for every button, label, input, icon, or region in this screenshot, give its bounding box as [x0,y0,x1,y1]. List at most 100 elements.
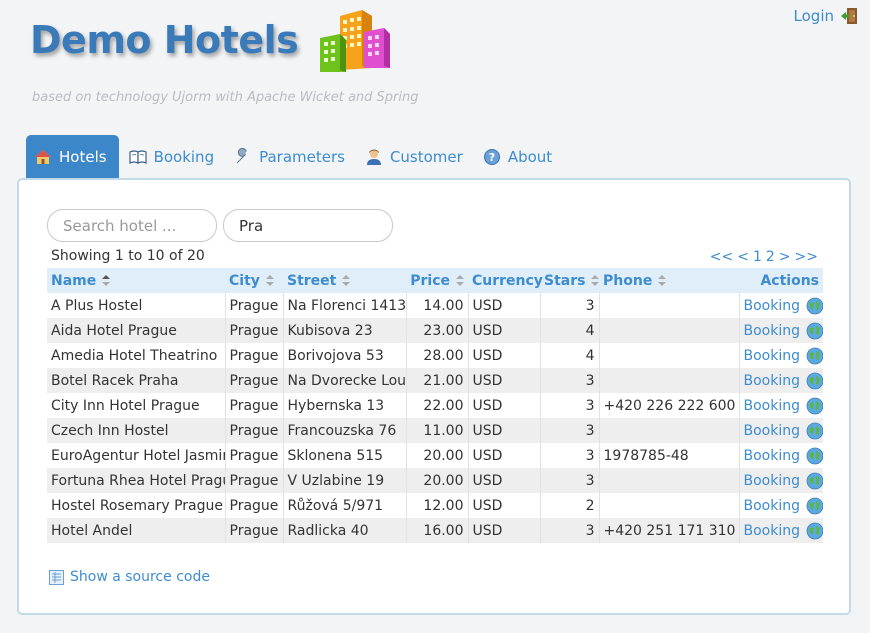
globe-icon[interactable] [806,447,823,465]
cell-price: 28.00 [406,343,469,368]
cell-city: Prague [225,518,284,543]
cell-phone [599,493,740,518]
globe-icon[interactable] [806,297,823,315]
pager-first[interactable]: << [710,249,733,265]
cell-actions: Booking [739,318,823,343]
table-row: Fortuna Rhea Hotel Prague Prague V Uzlabin… [47,468,823,493]
pager-page-2[interactable]: 2 [766,249,775,265]
cell-currency: USD [468,343,541,368]
booking-link[interactable]: Booking [744,373,801,389]
cell-price: 22.00 [406,393,469,418]
globe-icon[interactable] [806,497,823,515]
sort-ascending-icon [102,275,111,286]
hotel-buildings-logo [320,10,390,72]
globe-icon[interactable] [806,397,823,415]
cell-stars: 2 [540,493,600,518]
booking-link[interactable]: Booking [744,323,801,339]
cell-phone: 1978785-48 [599,443,740,468]
cell-name: Fortuna Rhea Hotel Prague [47,468,226,493]
cell-street: Kubisova 23 [283,318,407,343]
cell-city: Prague [225,368,284,393]
sort-icon [591,275,600,286]
globe-icon[interactable] [806,322,823,340]
cell-city: Prague [225,468,284,493]
cell-actions: Booking [739,293,823,318]
column-header-city[interactable]: City [225,268,283,293]
column-header-street[interactable]: Street [283,268,406,293]
cell-currency: USD [468,443,541,468]
tab-booking[interactable]: Booking [119,135,225,178]
column-header-phone[interactable]: Phone [599,268,739,293]
cell-street: Na Dvorecke Louce [283,368,407,393]
cell-street: Růžová 5/971 [283,493,407,518]
cell-name: Hotel Andel [47,518,226,543]
cell-phone [599,343,740,368]
hotels-panel: Showing 1 to 10 of 20 << < 1 2 > >> Name… [17,178,851,615]
booking-link[interactable]: Booking [744,448,801,464]
help-icon: ? [483,148,500,165]
pager-page-1[interactable]: 1 [753,249,762,265]
table-row: EuroAgentur Hotel Jasmin Prague Sklonena 5… [47,443,823,468]
cell-name: EuroAgentur Hotel Jasmin [47,443,226,468]
tab-parameters[interactable]: Parameters [224,135,355,178]
cell-currency: USD [468,368,541,393]
globe-icon[interactable] [806,347,823,365]
cell-currency: USD [468,418,541,443]
cell-stars: 3 [540,443,600,468]
cell-city: Prague [225,343,284,368]
source-code-icon [49,569,64,585]
booking-link[interactable]: Booking [744,348,801,364]
cell-stars: 3 [540,368,600,393]
door-exit-icon [841,8,857,24]
cell-price: 12.00 [406,493,469,518]
booking-link[interactable]: Booking [744,523,801,539]
book-icon [128,149,147,164]
globe-icon[interactable] [806,522,823,540]
app-subtitle: based on technology Ujorm with Apache Wi… [32,90,419,105]
cell-phone [599,318,740,343]
showing-count: Showing 1 to 10 of 20 [51,248,205,264]
show-source-code-label: Show a source code [70,569,210,585]
cell-city: Prague [225,493,284,518]
cell-phone: +420 251 171 310 [599,518,740,543]
globe-icon[interactable] [806,422,823,440]
tab-about[interactable]: ? About [473,135,562,178]
cell-price: 21.00 [406,368,469,393]
search-hotel-input[interactable] [47,209,217,242]
cell-city: Prague [225,318,284,343]
column-header-name[interactable]: Name [47,268,225,293]
search-city-input[interactable] [223,209,393,242]
booking-link[interactable]: Booking [744,423,801,439]
tab-customer[interactable]: Customer [355,135,473,178]
cell-city: Prague [225,443,284,468]
cell-stars: 3 [540,293,600,318]
tab-hotels-label: Hotels [59,147,107,166]
cell-price: 20.00 [406,468,469,493]
cell-stars: 4 [540,343,600,368]
tab-booking-label: Booking [153,147,215,166]
cell-name: Botel Racek Praha [47,368,226,393]
booking-link[interactable]: Booking [744,298,801,314]
globe-icon[interactable] [806,472,823,490]
tab-hotels[interactable]: Hotels [26,135,119,178]
cell-street: Radlicka 40 [283,518,407,543]
booking-link[interactable]: Booking [744,498,801,514]
cell-price: 20.00 [406,443,469,468]
table-row: Botel Racek PrahaPragueNa Dvorecke Louce… [47,368,823,393]
booking-link[interactable]: Booking [744,473,801,489]
show-source-code-link[interactable]: Show a source code [49,569,210,585]
cell-actions: Booking [739,393,823,418]
globe-icon[interactable] [806,372,823,390]
cell-price: 14.00 [406,293,469,318]
pager-next[interactable]: > [779,249,791,265]
pager-last[interactable]: >> [795,249,818,265]
pager-prev[interactable]: < [737,249,749,265]
booking-link[interactable]: Booking [744,398,801,414]
login-link[interactable]: Login [794,7,858,25]
column-header-price[interactable]: Price [406,268,468,293]
cell-price: 11.00 [406,418,469,443]
column-header-stars[interactable]: Stars [540,268,600,293]
table-row: Amedia Hotel Theatrino Prague Borivojova 5… [47,343,823,368]
column-header-currency[interactable]: Currency [468,268,543,293]
table-row: Hostel Rosemary Prague Prague Růžová 5/971… [47,493,823,518]
